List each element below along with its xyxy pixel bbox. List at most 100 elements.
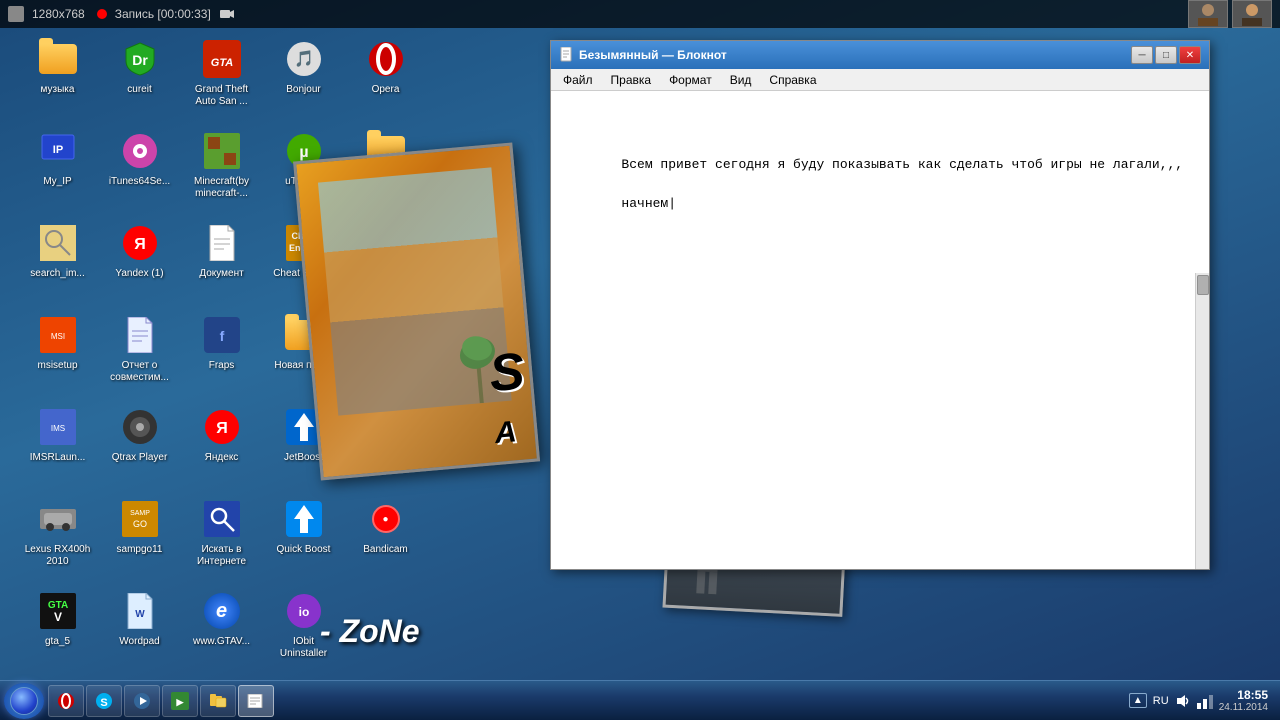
explorer-icon (209, 692, 227, 710)
maximize-button[interactable]: □ (1155, 46, 1177, 64)
shield-icon: Dr (122, 41, 158, 77)
icon-yandex2[interactable]: Я Яндекс (184, 403, 259, 493)
network-icon: IP (40, 133, 76, 169)
taskbar-skype[interactable]: S (86, 685, 122, 717)
itunes-icon (122, 133, 158, 169)
icon-minecraft[interactable]: Minecraft(by minecraft-... (184, 127, 259, 217)
zone-overlay-text: - ZoNe (320, 613, 420, 650)
icon-opera[interactable]: Opera (348, 35, 423, 125)
clock-date: 24.11.2014 (1219, 702, 1268, 713)
menu-edit[interactable]: Правка (603, 71, 660, 89)
svg-text:f: f (219, 328, 224, 344)
icon-label-itunes: iTunes64Se... (107, 175, 172, 189)
icon-cureit[interactable]: Dr cureit (102, 35, 177, 125)
notepad-scrollbar[interactable] (1195, 273, 1209, 569)
icon-imsr[interactable]: IMS IMSRLaun... (20, 403, 95, 493)
icon-label-search-im: search_im... (28, 267, 86, 281)
icon-dokument[interactable]: Документ (184, 219, 259, 309)
lexus-icon (40, 501, 76, 537)
close-button[interactable]: ✕ (1179, 46, 1201, 64)
minimize-button[interactable]: ─ (1131, 46, 1153, 64)
start-button[interactable] (4, 683, 44, 719)
taskbar-notepad-active[interactable] (238, 685, 274, 717)
icon-sampgo11[interactable]: SAMPGO sampgo11 (102, 495, 177, 585)
icon-label-minecraft: Minecraft(by minecraft-... (186, 175, 258, 201)
report-icon (124, 317, 156, 353)
tray-expand[interactable]: ▲ (1129, 693, 1147, 708)
icon-label-imsr: IMSRLaun... (28, 451, 88, 465)
icon-fraps[interactable]: f Fraps (184, 311, 259, 401)
gta-icon: GTA (203, 40, 241, 78)
palm-tree (455, 322, 502, 405)
svg-text:Я: Я (134, 236, 146, 253)
icon-label-iskat: Искать в Интернете (186, 543, 258, 569)
text-cursor (668, 196, 676, 211)
icon-label-gta-san: Grand Theft Auto San ... (186, 83, 258, 109)
svg-text:▶: ▶ (176, 697, 185, 707)
record-icon (8, 6, 24, 22)
fraps-icon: f (204, 317, 240, 353)
icon-label-yandex2: Яндекс (203, 451, 241, 465)
icon-search-im[interactable]: search_im... (20, 219, 95, 309)
imsr-icon: IMS (40, 409, 76, 445)
svg-text:W: W (135, 609, 145, 620)
icon-gta-san[interactable]: GTA Grand Theft Auto San ... (184, 35, 259, 125)
icon-wordpad[interactable]: W Wordpad (102, 587, 177, 677)
notepad-line2: начнем (621, 196, 668, 211)
icon-gta5[interactable]: GTAV gta_5 (20, 587, 95, 677)
icon-msisetup[interactable]: MSI msisetup (20, 311, 95, 401)
search-img-icon (40, 225, 76, 261)
notepad-titlebar[interactable]: Безымянный — Блокнот ─ □ ✕ (551, 41, 1209, 69)
icon-label-gta5: gta_5 (43, 635, 72, 649)
notepad-text-area[interactable]: Всем привет сегодня я буду показывать ка… (551, 91, 1209, 569)
icon-itunes[interactable]: iTunes64Se... (102, 127, 177, 217)
icon-muzyka[interactable]: музыка (20, 35, 95, 125)
taskbar-opera[interactable] (48, 685, 84, 717)
taskbar-winamp[interactable]: ▶ (162, 685, 198, 717)
menu-format[interactable]: Формат (661, 71, 720, 89)
recording-bar: 1280x768 Запись [00:00:33] (0, 0, 1280, 28)
scroll-thumb[interactable] (1197, 275, 1209, 295)
icon-label-my-ip: My_IP (41, 175, 73, 189)
opera-icon (368, 41, 404, 77)
svg-text:GTA: GTA (210, 57, 232, 69)
start-orb (10, 687, 38, 715)
svg-text:µ: µ (299, 144, 308, 161)
avatars-area (1188, 0, 1272, 28)
icon-label-lexus: Lexus RX400h 2010 (22, 543, 94, 569)
icon-www-gtav[interactable]: e www.GTAV... (184, 587, 259, 677)
doc-icon (206, 225, 238, 261)
resolution-text: 1280x768 (32, 7, 85, 21)
svg-text:Я: Я (216, 420, 228, 437)
record-timer: Запись [00:00:33] (115, 7, 211, 21)
notepad-line1: Всем привет сегодня я буду показывать ка… (621, 157, 1183, 172)
iskat-icon (204, 501, 240, 537)
icon-iskat[interactable]: Искать в Интернете (184, 495, 259, 585)
taskbar-explorer[interactable] (200, 685, 236, 717)
menu-file[interactable]: Файл (555, 71, 601, 89)
tray-lang: RU (1153, 695, 1169, 707)
taskbar-items: S ▶ (48, 685, 1129, 717)
svg-text:GO: GO (132, 519, 146, 529)
icon-otchet[interactable]: Отчет о совместим... (102, 311, 177, 401)
icon-qtrax[interactable]: Qtrax Player (102, 403, 177, 493)
icon-my-ip[interactable]: IP My_IP (20, 127, 95, 217)
svg-text:S: S (100, 697, 107, 709)
network-tray-icon[interactable] (1197, 693, 1213, 709)
ie-img: e (204, 593, 240, 629)
gta-screenshot-front: SA (293, 142, 540, 480)
taskbar: S ▶ ▲ RU 18:55 24.11.2014 (0, 680, 1280, 720)
svg-text:SAMP: SAMP (130, 510, 150, 517)
notepad-taskbar-icon (247, 694, 265, 708)
icon-lexus[interactable]: Lexus RX400h 2010 (20, 495, 95, 585)
icon-label-msisetup: msisetup (35, 359, 79, 373)
icon-yandex[interactable]: Я Yandex (1) (102, 219, 177, 309)
wordpad-icon: W (124, 593, 156, 629)
volume-icon[interactable] (1175, 693, 1191, 709)
menu-help[interactable]: Справка (761, 71, 824, 89)
icon-label-www-gtav: www.GTAV... (191, 635, 252, 649)
taskbar-media[interactable] (124, 685, 160, 717)
bonjour-icon: 🎵 (285, 40, 323, 78)
menu-view[interactable]: Вид (722, 71, 760, 89)
icon-bonjour[interactable]: 🎵 Bonjour (266, 35, 341, 125)
